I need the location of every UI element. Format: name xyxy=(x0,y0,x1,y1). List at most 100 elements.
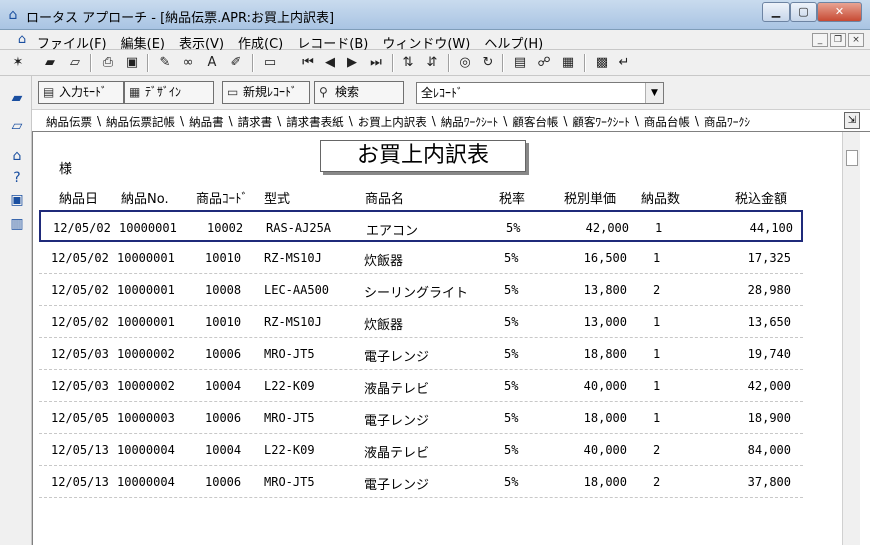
cell-total-amount[interactable]: 13,650 xyxy=(731,315,791,329)
mdi-minimize-button[interactable]: _ xyxy=(812,33,828,47)
refresh-icon[interactable]: ↻ xyxy=(478,53,498,73)
cell-delivery-no[interactable]: 10000002 xyxy=(117,379,187,393)
cell-product-code[interactable]: 10010 xyxy=(205,251,255,265)
preview-icon[interactable]: ▣ xyxy=(122,53,142,73)
cell-product-name[interactable]: シーリングライト xyxy=(364,282,494,301)
cell-unit-price[interactable]: 40,000 xyxy=(573,443,627,457)
cell-tax-rate[interactable]: 5% xyxy=(504,475,528,489)
cell-model[interactable]: RZ-MS10J xyxy=(264,315,354,329)
view-tab[interactable]: 商品ﾜｰｸｼ xyxy=(700,114,754,130)
new-file-icon[interactable]: ✶ xyxy=(8,53,28,73)
previous-record-icon[interactable]: ◀ xyxy=(320,53,340,73)
find-icon[interactable]: ◎ xyxy=(455,53,475,73)
table-row[interactable]: 12/05/02 10000001 10010 RZ-MS10J 炊飯器 5% 13,000… xyxy=(39,306,803,338)
record-filter-select[interactable]: 全ﾚｺｰﾄﾞ ▼ xyxy=(416,82,664,104)
building-icon[interactable]: ▥ xyxy=(7,214,27,234)
computer-icon[interactable]: ▣ xyxy=(7,190,27,210)
cell-tax-rate[interactable]: 5% xyxy=(504,315,528,329)
cell-model[interactable]: LEC-AA500 xyxy=(264,283,354,297)
table-row[interactable]: 12/05/05 10000003 10006 MRO-JT5 電子レンジ 5% 18,00… xyxy=(39,402,803,434)
cell-product-name[interactable]: 炊飯器 xyxy=(364,314,494,333)
cell-quantity[interactable]: 1 xyxy=(655,221,675,235)
cell-delivery-date[interactable]: 12/05/02 xyxy=(51,315,121,329)
view-tab[interactable]: 顧客ﾜｰｸｼｰﾄ xyxy=(568,114,634,130)
cell-unit-price[interactable]: 13,000 xyxy=(573,315,627,329)
search-button[interactable]: ⚲ 検索 xyxy=(314,81,404,104)
enter-icon[interactable]: ↵ xyxy=(614,53,634,73)
maximize-button[interactable]: ▢ xyxy=(790,2,817,22)
chain-icon[interactable]: ∞ xyxy=(178,53,198,73)
cell-tax-rate[interactable]: 5% xyxy=(504,379,528,393)
draw-icon[interactable]: ✐ xyxy=(226,53,246,73)
view-tab[interactable]: 請求書表紙 xyxy=(282,114,348,130)
view-tab[interactable]: 請求書 xyxy=(234,114,277,130)
cell-quantity[interactable]: 1 xyxy=(653,315,673,329)
cell-product-code[interactable]: 10006 xyxy=(205,347,255,361)
cell-model[interactable]: RAS-AJ25A xyxy=(266,221,356,235)
table-row[interactable]: 12/05/03 10000002 10004 L22-K09 液晶テレビ 5% 40,00… xyxy=(39,370,803,402)
cell-delivery-no[interactable]: 10000003 xyxy=(117,411,187,425)
help-icon[interactable]: ? xyxy=(7,168,27,188)
sort-ascending-icon[interactable]: ⇅ xyxy=(398,53,418,73)
cell-tax-rate[interactable]: 5% xyxy=(504,251,528,265)
text-tool-icon[interactable]: A xyxy=(202,53,222,73)
cell-product-name[interactable]: 電子レンジ xyxy=(364,410,494,429)
cell-total-amount[interactable]: 42,000 xyxy=(731,379,791,393)
cell-quantity[interactable]: 1 xyxy=(653,379,673,393)
design-button[interactable]: ▦ ﾃﾞｻﾞｲﾝ xyxy=(124,81,214,104)
cell-quantity[interactable]: 2 xyxy=(653,443,673,457)
cell-product-name[interactable]: 電子レンジ xyxy=(364,474,494,493)
cell-product-code[interactable]: 10008 xyxy=(205,283,255,297)
cell-total-amount[interactable]: 17,325 xyxy=(731,251,791,265)
cell-model[interactable]: MRO-JT5 xyxy=(264,411,354,425)
cell-delivery-no[interactable]: 10000004 xyxy=(117,475,187,489)
cell-total-amount[interactable]: 28,980 xyxy=(731,283,791,297)
browse-icon[interactable]: ▰ xyxy=(7,88,27,108)
cell-product-name[interactable]: 炊飯器 xyxy=(364,250,494,269)
paste-icon[interactable]: ☍ xyxy=(534,53,554,73)
input-mode-button[interactable]: ▤ 入力ﾓｰﾄﾞ xyxy=(38,81,124,104)
cell-model[interactable]: MRO-JT5 xyxy=(264,475,354,489)
mdi-close-button[interactable]: × xyxy=(848,33,864,47)
table-row[interactable]: 12/05/02 10000001 10008 LEC-AA500 シーリングライト 5%… xyxy=(39,274,803,306)
cell-quantity[interactable]: 2 xyxy=(653,283,673,297)
cell-total-amount[interactable]: 19,740 xyxy=(731,347,791,361)
cell-product-name[interactable]: エアコン xyxy=(366,220,496,239)
cell-delivery-no[interactable]: 10000001 xyxy=(119,221,189,235)
cell-delivery-no[interactable]: 10000001 xyxy=(117,283,187,297)
cell-product-code[interactable]: 10002 xyxy=(207,221,257,235)
pen-icon[interactable]: ✎ xyxy=(155,53,175,73)
scrollbar-thumb[interactable] xyxy=(846,150,858,166)
cell-product-name[interactable]: 液晶テレビ xyxy=(364,378,494,397)
cell-total-amount[interactable]: 84,000 xyxy=(731,443,791,457)
mdi-restore-button[interactable]: ❐ xyxy=(830,33,846,47)
field-icon[interactable]: ▭ xyxy=(260,53,280,73)
cell-product-code[interactable]: 10004 xyxy=(205,379,255,393)
table-row[interactable]: 12/05/13 10000004 10006 MRO-JT5 電子レンジ 5% 18,00… xyxy=(39,466,803,498)
open-file-icon[interactable]: ▱ xyxy=(65,53,85,73)
cell-tax-rate[interactable]: 5% xyxy=(504,347,528,361)
cell-delivery-date[interactable]: 12/05/03 xyxy=(51,379,121,393)
view-tab[interactable]: 納品書 xyxy=(185,114,228,130)
cell-model[interactable]: L22-K09 xyxy=(264,379,354,393)
print-icon[interactable]: ⎙ xyxy=(98,53,118,73)
tab-scroll-icon[interactable]: ⇲ xyxy=(844,112,860,129)
cell-quantity[interactable]: 1 xyxy=(653,347,673,361)
cell-product-name[interactable]: 電子レンジ xyxy=(364,346,494,365)
cell-unit-price[interactable]: 18,000 xyxy=(573,475,627,489)
close-button[interactable]: ✕ xyxy=(817,2,862,22)
cell-delivery-no[interactable]: 10000001 xyxy=(117,315,187,329)
cell-quantity[interactable]: 1 xyxy=(653,411,673,425)
cell-tax-rate[interactable]: 5% xyxy=(504,443,528,457)
new-record-button[interactable]: ▭ 新規ﾚｺｰﾄﾞ xyxy=(222,81,310,104)
chevron-down-icon[interactable]: ▼ xyxy=(645,83,663,103)
minimize-button[interactable]: ▁ xyxy=(762,2,790,22)
cell-model[interactable]: RZ-MS10J xyxy=(264,251,354,265)
cell-tax-rate[interactable]: 5% xyxy=(504,283,528,297)
cell-quantity[interactable]: 1 xyxy=(653,251,673,265)
cell-unit-price[interactable]: 40,000 xyxy=(573,379,627,393)
view-tab[interactable]: 納品伝票記帳 xyxy=(102,114,179,130)
cell-product-code[interactable]: 10010 xyxy=(205,315,255,329)
cell-model[interactable]: MRO-JT5 xyxy=(264,347,354,361)
app-icon[interactable]: ⌂ xyxy=(5,7,21,23)
